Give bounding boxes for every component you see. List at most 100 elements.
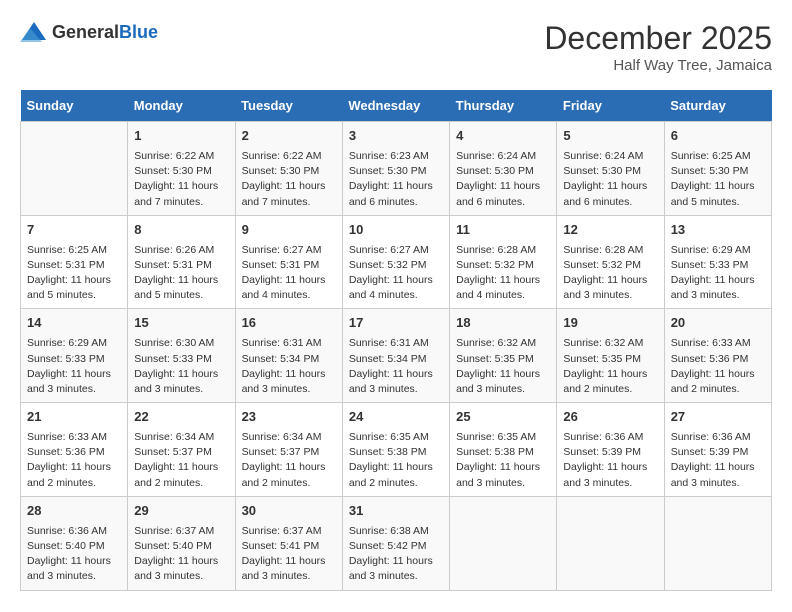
- calendar-cell: 4 Sunrise: 6:24 AM Sunset: 5:30 PM Daylig…: [450, 122, 557, 216]
- subtitle: Half Way Tree, Jamaica: [544, 57, 772, 74]
- day-info: Sunrise: 6:25 AM Sunset: 5:30 PM Dayligh…: [671, 149, 765, 210]
- day-number: 4: [456, 127, 550, 146]
- calendar-cell: 29 Sunrise: 6:37 AM Sunset: 5:40 PM Dayli…: [128, 496, 235, 590]
- week-row-1: 1 Sunrise: 6:22 AM Sunset: 5:30 PM Daylig…: [21, 122, 772, 216]
- day-number: 25: [456, 408, 550, 427]
- day-number: 30: [242, 502, 336, 521]
- calendar-cell: 5 Sunrise: 6:24 AM Sunset: 5:30 PM Daylig…: [557, 122, 664, 216]
- day-info: Sunrise: 6:36 AM Sunset: 5:39 PM Dayligh…: [671, 430, 765, 491]
- logo-blue: Blue: [119, 22, 158, 42]
- day-number: 9: [242, 221, 336, 240]
- day-info: Sunrise: 6:34 AM Sunset: 5:37 PM Dayligh…: [242, 430, 336, 491]
- calendar-cell: 11 Sunrise: 6:28 AM Sunset: 5:32 PM Dayli…: [450, 215, 557, 309]
- page-header: GeneralBlue December 2025 Half Way Tree,…: [20, 20, 772, 74]
- calendar-cell: 15Sunrise: 6:30 AM Sunset: 5:33 PM Dayli…: [128, 309, 235, 403]
- day-info: Sunrise: 6:26 AM Sunset: 5:31 PM Dayligh…: [134, 243, 228, 304]
- day-number: 10: [349, 221, 443, 240]
- day-number: 3: [349, 127, 443, 146]
- day-info: Sunrise: 6:28 AM Sunset: 5:32 PM Dayligh…: [563, 243, 657, 304]
- day-number: 2: [242, 127, 336, 146]
- calendar-cell: 30 Sunrise: 6:37 AM Sunset: 5:41 PM Dayli…: [235, 496, 342, 590]
- calendar-cell: 10 Sunrise: 6:27 AM Sunset: 5:32 PM Dayli…: [342, 215, 449, 309]
- day-number: 11: [456, 221, 550, 240]
- day-info: Sunrise: 6:25 AM Sunset: 5:31 PM Dayligh…: [27, 243, 121, 304]
- calendar-cell: 26 Sunrise: 6:36 AM Sunset: 5:39 PM Dayli…: [557, 403, 664, 497]
- day-info: Sunrise: 6:22 AM Sunset: 5:30 PM Dayligh…: [242, 149, 336, 210]
- calendar-cell: 28Sunrise: 6:36 AM Sunset: 5:40 PM Dayli…: [21, 496, 128, 590]
- day-number: 6: [671, 127, 765, 146]
- calendar-cell: 19Sunrise: 6:32 AM Sunset: 5:35 PM Dayli…: [557, 309, 664, 403]
- day-info: Sunrise: 6:32 AM Sunset: 5:35 PM Dayligh…: [456, 336, 550, 397]
- day-number: 24: [349, 408, 443, 427]
- calendar-cell: 27 Sunrise: 6:36 AM Sunset: 5:39 PM Dayli…: [664, 403, 771, 497]
- day-info: Sunrise: 6:27 AM Sunset: 5:32 PM Dayligh…: [349, 243, 443, 304]
- calendar-cell: 8 Sunrise: 6:26 AM Sunset: 5:31 PM Daylig…: [128, 215, 235, 309]
- calendar-cell: 14Sunrise: 6:29 AM Sunset: 5:33 PM Dayli…: [21, 309, 128, 403]
- calendar-cell: 23 Sunrise: 6:34 AM Sunset: 5:37 PM Dayli…: [235, 403, 342, 497]
- day-number: 8: [134, 221, 228, 240]
- day-number: 5: [563, 127, 657, 146]
- day-header-tuesday: Tuesday: [235, 90, 342, 122]
- logo-general: General: [52, 22, 119, 42]
- week-row-3: 14Sunrise: 6:29 AM Sunset: 5:33 PM Dayli…: [21, 309, 772, 403]
- day-number: 21: [27, 408, 121, 427]
- day-number: 17: [349, 314, 443, 333]
- calendar-cell: 31Sunrise: 6:38 AM Sunset: 5:42 PM Dayli…: [342, 496, 449, 590]
- logo: GeneralBlue: [20, 20, 158, 44]
- calendar-cell: [450, 496, 557, 590]
- calendar-cell: 12 Sunrise: 6:28 AM Sunset: 5:32 PM Dayli…: [557, 215, 664, 309]
- day-number: 16: [242, 314, 336, 333]
- day-number: 26: [563, 408, 657, 427]
- calendar-cell: 20Sunrise: 6:33 AM Sunset: 5:36 PM Dayli…: [664, 309, 771, 403]
- day-header-sunday: Sunday: [21, 90, 128, 122]
- day-header-monday: Monday: [128, 90, 235, 122]
- day-number: 1: [134, 127, 228, 146]
- day-info: Sunrise: 6:35 AM Sunset: 5:38 PM Dayligh…: [456, 430, 550, 491]
- day-number: 22: [134, 408, 228, 427]
- header-row: SundayMondayTuesdayWednesdayThursdayFrid…: [21, 90, 772, 122]
- day-number: 15: [134, 314, 228, 333]
- main-title: December 2025: [544, 20, 772, 57]
- day-info: Sunrise: 6:33 AM Sunset: 5:36 PM Dayligh…: [27, 430, 121, 491]
- calendar-cell: 17Sunrise: 6:31 AM Sunset: 5:34 PM Dayli…: [342, 309, 449, 403]
- day-number: 29: [134, 502, 228, 521]
- day-number: 12: [563, 221, 657, 240]
- calendar-cell: 25 Sunrise: 6:35 AM Sunset: 5:38 PM Dayli…: [450, 403, 557, 497]
- week-row-2: 7 Sunrise: 6:25 AM Sunset: 5:31 PM Daylig…: [21, 215, 772, 309]
- calendar-cell: 6 Sunrise: 6:25 AM Sunset: 5:30 PM Daylig…: [664, 122, 771, 216]
- day-info: Sunrise: 6:27 AM Sunset: 5:31 PM Dayligh…: [242, 243, 336, 304]
- day-number: 7: [27, 221, 121, 240]
- day-header-wednesday: Wednesday: [342, 90, 449, 122]
- day-number: 23: [242, 408, 336, 427]
- day-info: Sunrise: 6:38 AM Sunset: 5:42 PM Dayligh…: [349, 524, 443, 585]
- calendar-cell: 9 Sunrise: 6:27 AM Sunset: 5:31 PM Daylig…: [235, 215, 342, 309]
- day-info: Sunrise: 6:37 AM Sunset: 5:41 PM Dayligh…: [242, 524, 336, 585]
- day-info: Sunrise: 6:22 AM Sunset: 5:30 PM Dayligh…: [134, 149, 228, 210]
- calendar-cell: 2 Sunrise: 6:22 AM Sunset: 5:30 PM Daylig…: [235, 122, 342, 216]
- day-info: Sunrise: 6:24 AM Sunset: 5:30 PM Dayligh…: [563, 149, 657, 210]
- day-info: Sunrise: 6:35 AM Sunset: 5:38 PM Dayligh…: [349, 430, 443, 491]
- day-info: Sunrise: 6:36 AM Sunset: 5:39 PM Dayligh…: [563, 430, 657, 491]
- day-info: Sunrise: 6:28 AM Sunset: 5:32 PM Dayligh…: [456, 243, 550, 304]
- calendar-cell: [557, 496, 664, 590]
- day-header-saturday: Saturday: [664, 90, 771, 122]
- week-row-5: 28Sunrise: 6:36 AM Sunset: 5:40 PM Dayli…: [21, 496, 772, 590]
- day-header-thursday: Thursday: [450, 90, 557, 122]
- day-number: 20: [671, 314, 765, 333]
- day-info: Sunrise: 6:29 AM Sunset: 5:33 PM Dayligh…: [671, 243, 765, 304]
- day-info: Sunrise: 6:24 AM Sunset: 5:30 PM Dayligh…: [456, 149, 550, 210]
- calendar-cell: 22Sunrise: 6:34 AM Sunset: 5:37 PM Dayli…: [128, 403, 235, 497]
- calendar-cell: 16Sunrise: 6:31 AM Sunset: 5:34 PM Dayli…: [235, 309, 342, 403]
- title-block: December 2025 Half Way Tree, Jamaica: [544, 20, 772, 74]
- day-header-friday: Friday: [557, 90, 664, 122]
- calendar-cell: 13Sunrise: 6:29 AM Sunset: 5:33 PM Dayli…: [664, 215, 771, 309]
- day-info: Sunrise: 6:36 AM Sunset: 5:40 PM Dayligh…: [27, 524, 121, 585]
- week-row-4: 21 Sunrise: 6:33 AM Sunset: 5:36 PM Dayli…: [21, 403, 772, 497]
- day-number: 27: [671, 408, 765, 427]
- calendar-cell: 1 Sunrise: 6:22 AM Sunset: 5:30 PM Daylig…: [128, 122, 235, 216]
- day-info: Sunrise: 6:29 AM Sunset: 5:33 PM Dayligh…: [27, 336, 121, 397]
- day-info: Sunrise: 6:32 AM Sunset: 5:35 PM Dayligh…: [563, 336, 657, 397]
- day-info: Sunrise: 6:37 AM Sunset: 5:40 PM Dayligh…: [134, 524, 228, 585]
- calendar-cell: [664, 496, 771, 590]
- calendar-cell: 3Sunrise: 6:23 AM Sunset: 5:30 PM Daylig…: [342, 122, 449, 216]
